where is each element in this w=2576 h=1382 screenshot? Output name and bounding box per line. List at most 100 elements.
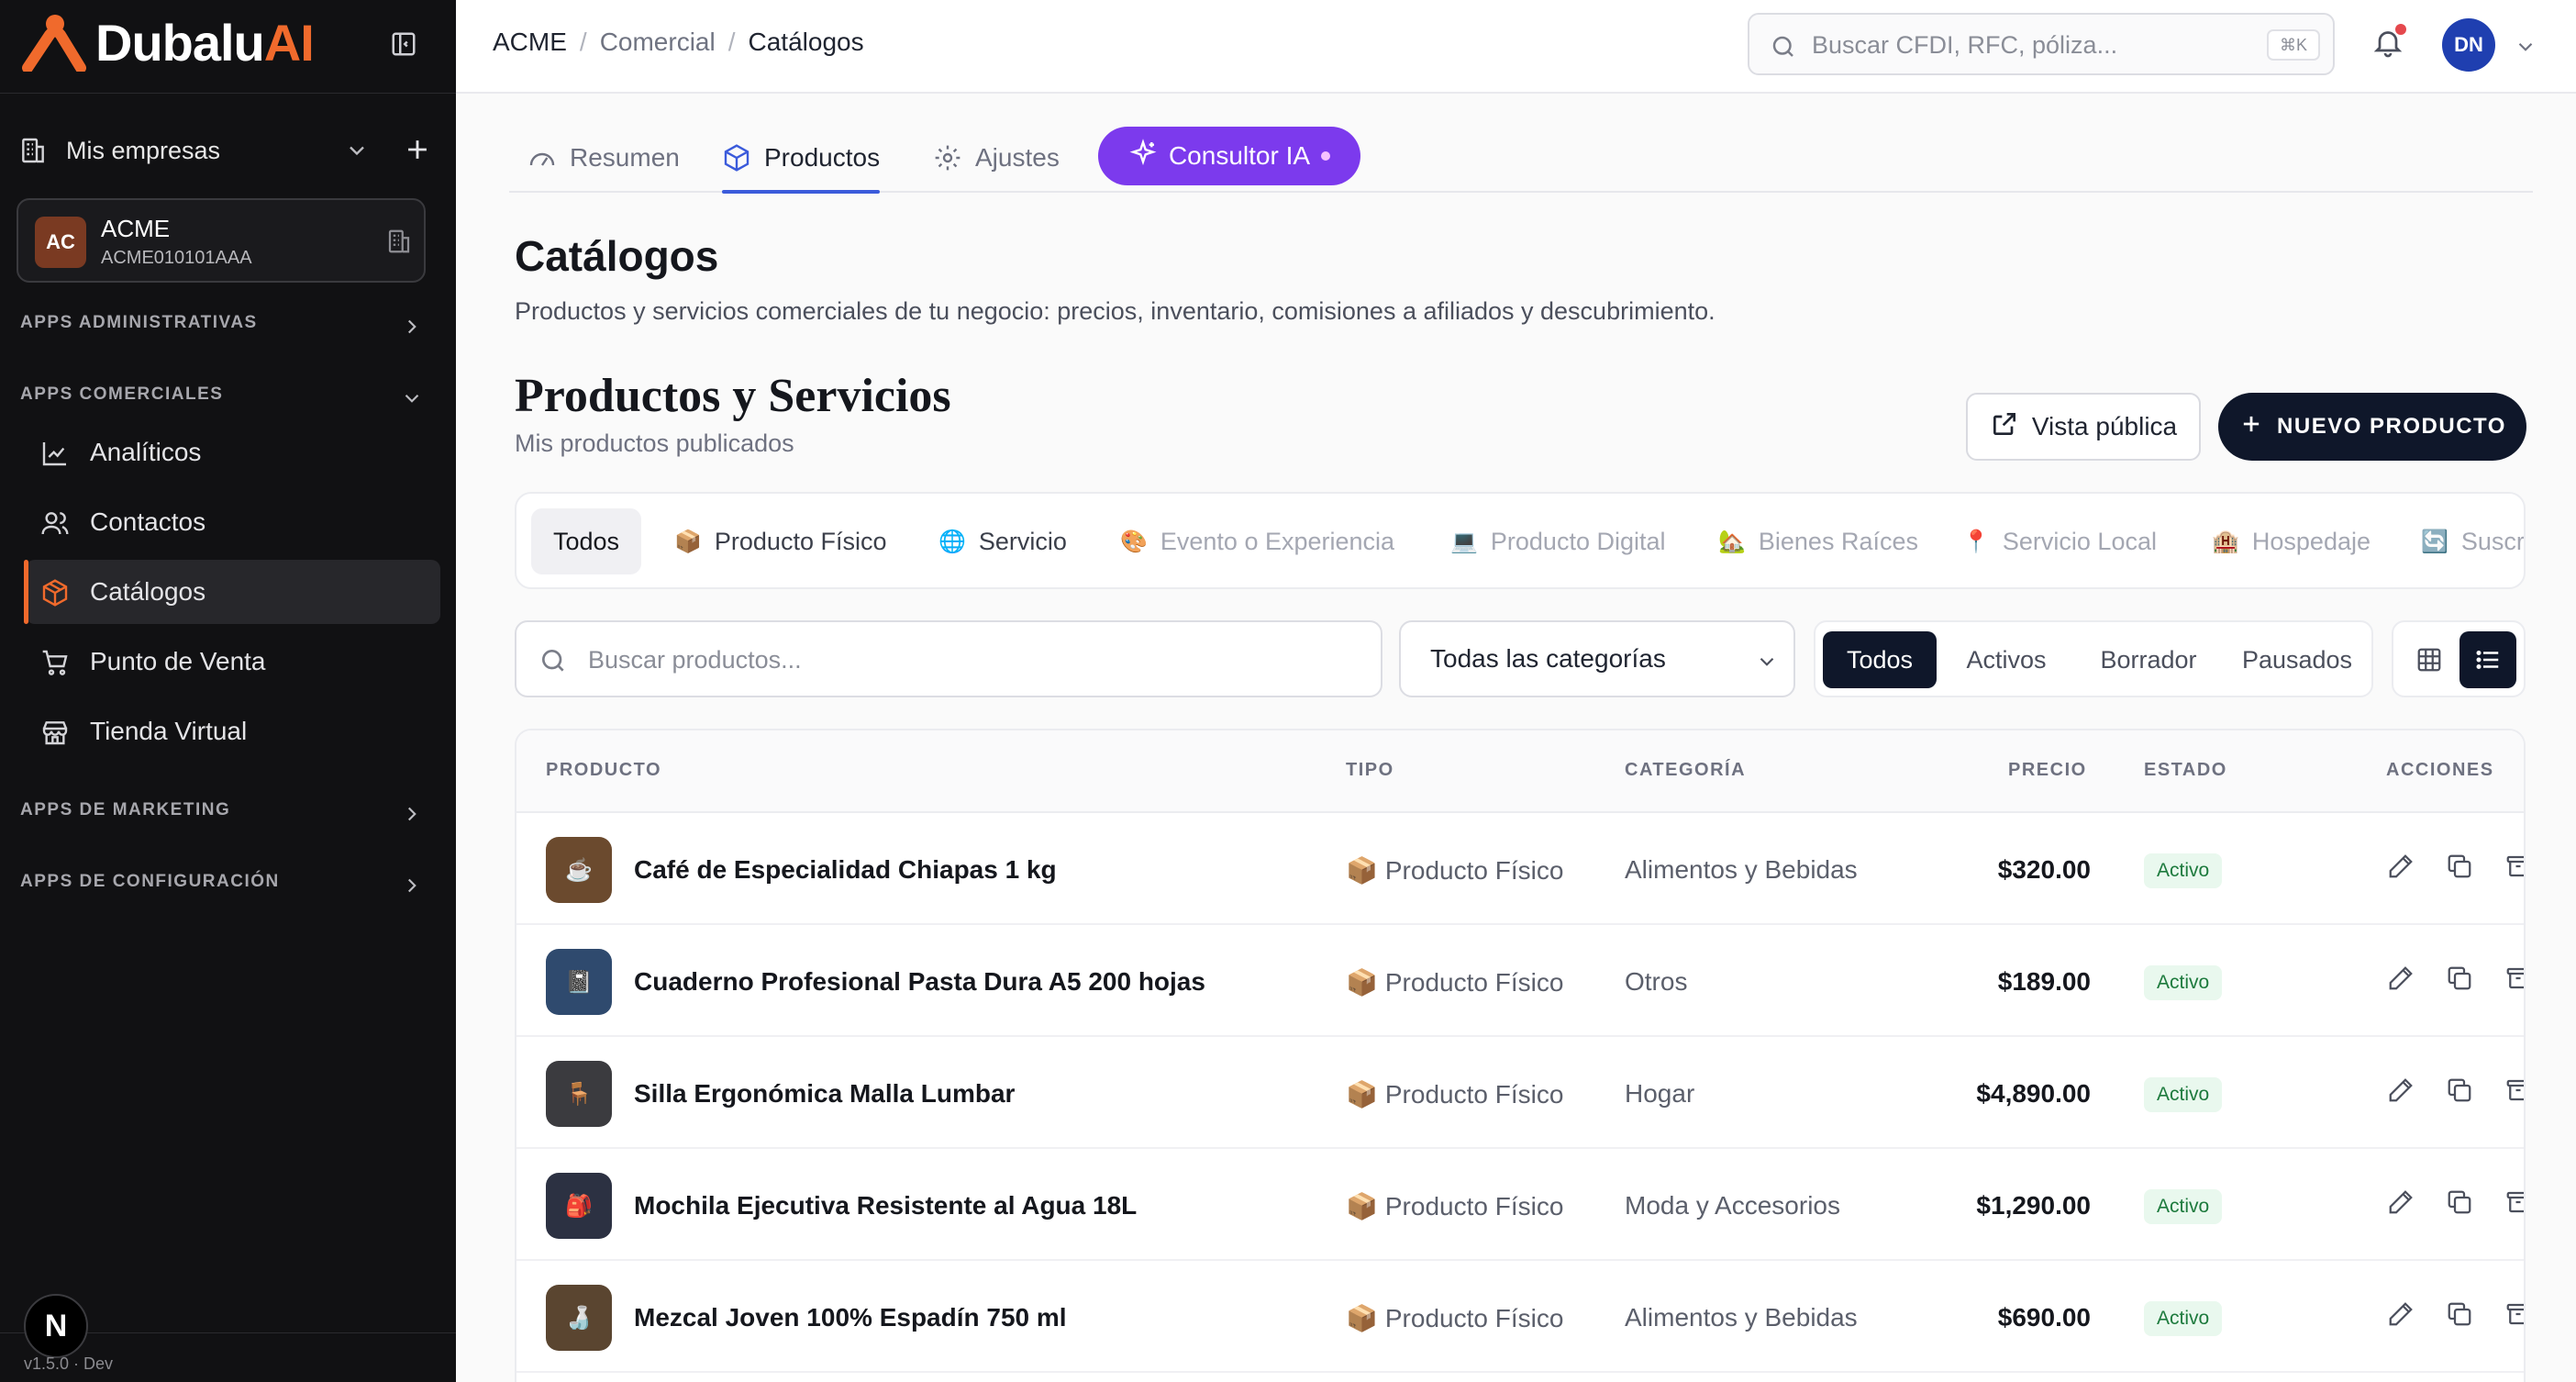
duplicate-button[interactable]: [2441, 1184, 2478, 1220]
package-icon: 📦: [1346, 1304, 1378, 1332]
type-chip-todos[interactable]: Todos: [531, 508, 642, 574]
duplicate-button[interactable]: [2441, 848, 2478, 885]
type-chip-producto-digital[interactable]: 💻 Producto Digital: [1450, 508, 1666, 574]
archive-button[interactable]: [2500, 1072, 2524, 1109]
archive-button[interactable]: [2500, 1184, 2524, 1220]
global-search-input[interactable]: [1812, 28, 2234, 62]
package-icon: 📦: [1346, 1192, 1378, 1220]
table-row[interactable]: 🪑 Silla Ergonómica Malla Lumbar 📦 Product…: [516, 1037, 2524, 1149]
tab-ajustes[interactable]: Ajustes: [933, 125, 1060, 191]
breadcrumb-item[interactable]: Comercial: [600, 28, 716, 57]
edit-button[interactable]: [2382, 960, 2419, 997]
users-icon: [40, 508, 70, 538]
archive-button[interactable]: [2500, 1296, 2524, 1332]
product-name[interactable]: Silla Ergonómica Malla Lumbar: [634, 1079, 1015, 1109]
edit-button[interactable]: [2382, 1072, 2419, 1109]
copy-icon: [2448, 1302, 2471, 1326]
sparkles-icon: [1128, 138, 1158, 174]
grid-view-button[interactable]: [2401, 631, 2458, 688]
version-label: v1.5.0 · Dev: [24, 1354, 114, 1373]
companies-dropdown[interactable]: Mis empresas: [18, 128, 428, 173]
column-header-actions: ACCIONES: [2386, 760, 2494, 780]
status-badge: Activo: [2144, 853, 2223, 888]
sidebar-collapse-icon[interactable]: [385, 26, 422, 62]
pencil-icon: [2389, 966, 2413, 990]
notifications-button[interactable]: [2371, 24, 2406, 63]
type-chip-servicio[interactable]: 🌐 Servicio: [938, 508, 1067, 574]
column-header-type[interactable]: TIPO: [1346, 760, 1394, 781]
product-type: 📦 Producto Físico: [1346, 855, 1564, 886]
chevron-down-icon: [400, 386, 424, 416]
product-thumbnail: 📓: [546, 949, 612, 1015]
status-borrador[interactable]: Borrador: [2076, 631, 2221, 688]
type-chip-suscripcion[interactable]: 🔄 Suscr: [2421, 508, 2524, 574]
type-chip-bienes-raices[interactable]: 🏡 Bienes Raíces: [1718, 508, 1918, 574]
sidebar: DubaluAI Mis empresas AC ACME ACME010101…: [0, 0, 456, 1382]
public-view-button[interactable]: Vista pública: [1966, 393, 2201, 461]
edit-button[interactable]: [2382, 1184, 2419, 1220]
table-row[interactable]: 📓 Cuaderno Profesional Pasta Dura A5 200…: [516, 925, 2524, 1037]
breadcrumb-separator: /: [727, 28, 736, 56]
column-header-status[interactable]: ESTADO: [2144, 760, 2227, 781]
table-row[interactable]: 🎒 Mochila Ejecutiva Resistente al Agua 1…: [516, 1149, 2524, 1261]
dev-badge[interactable]: N: [24, 1294, 88, 1358]
user-avatar[interactable]: DN: [2442, 18, 2495, 72]
archive-button[interactable]: [2500, 960, 2524, 997]
product-name[interactable]: Mochila Ejecutiva Resistente al Agua 18L: [634, 1191, 1137, 1220]
archive-button[interactable]: [2500, 848, 2524, 885]
duplicate-button[interactable]: [2441, 960, 2478, 997]
palette-icon: 🎨: [1120, 529, 1148, 554]
duplicate-button[interactable]: [2441, 1296, 2478, 1332]
company-card[interactable]: AC ACME ACME010101AAA: [17, 198, 426, 283]
product-name[interactable]: Café de Especialidad Chiapas 1 kg: [634, 855, 1057, 885]
sidebar-item-punto-de-venta[interactable]: Punto de Venta: [26, 630, 440, 694]
duplicate-button[interactable]: [2441, 1072, 2478, 1109]
add-company-button[interactable]: [402, 134, 433, 170]
type-chip-producto-fisico[interactable]: 📦 Producto Físico: [674, 508, 886, 574]
products-table: PRODUCTO TIPO CATEGORÍA PRECIO ESTADO AC…: [515, 729, 2526, 1382]
section-apps-configuracion[interactable]: APPS DE CONFIGURACIÓN: [20, 872, 424, 899]
ai-status-dot: [1321, 151, 1331, 161]
tab-resumen[interactable]: Resumen: [527, 125, 680, 191]
global-search: ⌘K: [1748, 13, 2335, 75]
breadcrumb-item[interactable]: ACME: [493, 28, 567, 57]
status-activos[interactable]: Activos: [1944, 631, 2069, 688]
main-content: Resumen Productos Ajustes Consultor IA C…: [456, 94, 2576, 1382]
edit-button[interactable]: [2382, 1296, 2419, 1332]
sidebar-item-analiticos[interactable]: Analíticos: [26, 420, 440, 485]
new-product-button[interactable]: NUEVO PRODUCTO: [2218, 393, 2526, 461]
section-apps-administrativas[interactable]: APPS ADMINISTRATIVAS: [20, 313, 424, 340]
chevron-down-icon[interactable]: [2514, 35, 2537, 63]
column-header-category[interactable]: CATEGORÍA: [1625, 760, 1746, 781]
sidebar-item-tienda-virtual[interactable]: Tienda Virtual: [26, 699, 440, 763]
list-view-button[interactable]: [2459, 631, 2516, 688]
product-search-input[interactable]: [588, 642, 1359, 677]
type-chip-evento[interactable]: 🎨 Evento o Experiencia: [1120, 508, 1394, 574]
product-name[interactable]: Cuaderno Profesional Pasta Dura A5 200 h…: [634, 967, 1205, 997]
status-pausados[interactable]: Pausados: [2228, 631, 2366, 688]
table-row[interactable]: ☕ Café de Especialidad Chiapas 1 kg 📦 Pro…: [516, 813, 2524, 925]
tab-productos[interactable]: Productos: [722, 125, 881, 194]
status-badge: Activo: [2144, 1077, 2223, 1112]
type-chip-hospedaje[interactable]: 🏨 Hospedaje: [2212, 508, 2371, 574]
product-name[interactable]: Mezcal Joven 100% Espadín 750 ml: [634, 1303, 1067, 1332]
section-apps-comerciales[interactable]: APPS COMERCIALES: [20, 385, 424, 412]
sidebar-item-contactos[interactable]: Contactos: [26, 490, 440, 554]
repeat-icon: 🔄: [2421, 529, 2448, 554]
column-header-product[interactable]: PRODUCTO: [546, 760, 661, 781]
type-chip-servicio-local[interactable]: 📍 Servicio Local: [1962, 508, 2157, 574]
edit-button[interactable]: [2382, 848, 2419, 885]
column-header-price[interactable]: PRECIO: [2008, 760, 2087, 781]
copy-icon: [2448, 854, 2471, 878]
tab-consultor-ia[interactable]: Consultor IA: [1098, 127, 1360, 185]
brand-logo[interactable]: DubaluAI: [22, 13, 315, 73]
section-apps-marketing[interactable]: APPS DE MARKETING: [20, 800, 424, 828]
sidebar-item-catalogos[interactable]: Catálogos: [24, 560, 440, 624]
product-type-filter: Todos 📦 Producto Físico 🌐 Servicio 🎨 Evento…: [515, 492, 2526, 589]
status-todos[interactable]: Todos: [1823, 631, 1937, 688]
category-select[interactable]: Todas las categorías: [1399, 620, 1795, 697]
table-row[interactable]: 🍶 Mezcal Joven 100% Espadín 750 ml 📦 Prod…: [516, 1261, 2524, 1373]
product-search: [515, 620, 1382, 697]
store-icon: [40, 718, 70, 747]
external-link-icon: [1990, 409, 2019, 445]
